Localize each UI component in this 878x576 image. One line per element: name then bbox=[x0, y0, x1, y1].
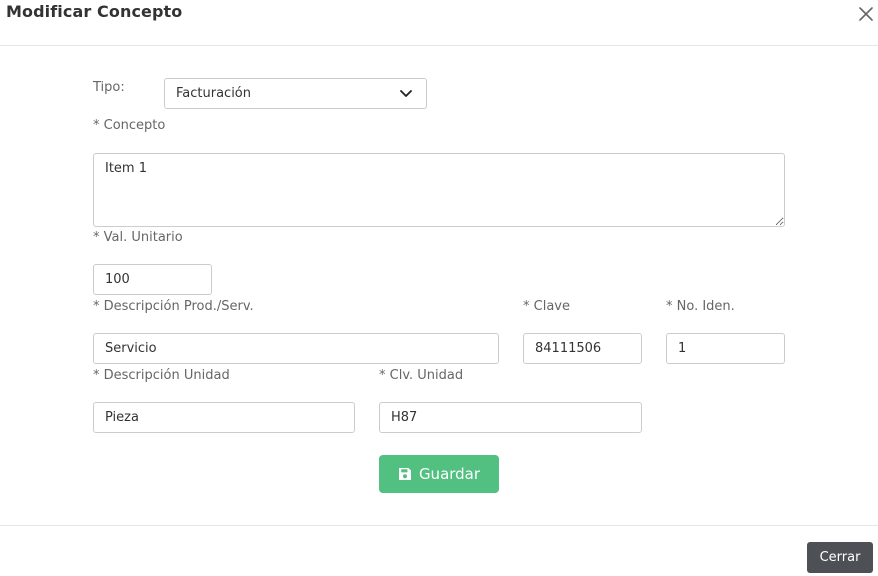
no-iden-input[interactable] bbox=[666, 333, 785, 364]
tipo-select[interactable]: Facturación bbox=[164, 78, 427, 109]
close-icon[interactable] bbox=[856, 4, 876, 24]
chevron-down-icon bbox=[400, 90, 412, 97]
modal-header: Modificar Concepto bbox=[0, 0, 878, 46]
clv-unidad-label: * Clv. Unidad bbox=[379, 368, 464, 383]
concepto-label: * Concepto bbox=[93, 118, 166, 133]
descripcion-prod-serv-label: * Descripción Prod./Serv. bbox=[93, 299, 254, 314]
tipo-label: Tipo: bbox=[93, 80, 125, 95]
cerrar-button[interactable]: Cerrar bbox=[807, 542, 873, 573]
val-unitario-input[interactable] bbox=[93, 264, 212, 295]
val-unitario-label: * Val. Unitario bbox=[93, 230, 183, 245]
clave-label: * Clave bbox=[523, 299, 570, 314]
save-button-label: Guardar bbox=[418, 465, 481, 483]
no-iden-label: * No. Iden. bbox=[666, 299, 735, 314]
descripcion-prod-serv-input[interactable] bbox=[93, 333, 499, 364]
tipo-selected-value: Facturación bbox=[176, 86, 251, 101]
clave-input[interactable] bbox=[523, 333, 642, 364]
save-button[interactable]: Guardar bbox=[379, 455, 499, 493]
concepto-textarea[interactable]: Item 1 bbox=[93, 153, 785, 227]
descripcion-unidad-input[interactable] bbox=[93, 402, 355, 433]
modal-title: Modificar Concepto bbox=[6, 2, 183, 21]
clv-unidad-input[interactable] bbox=[379, 402, 642, 433]
modal-footer bbox=[0, 525, 878, 576]
floppy-disk-icon bbox=[398, 468, 411, 480]
descripcion-unidad-label: * Descripción Unidad bbox=[93, 368, 230, 383]
